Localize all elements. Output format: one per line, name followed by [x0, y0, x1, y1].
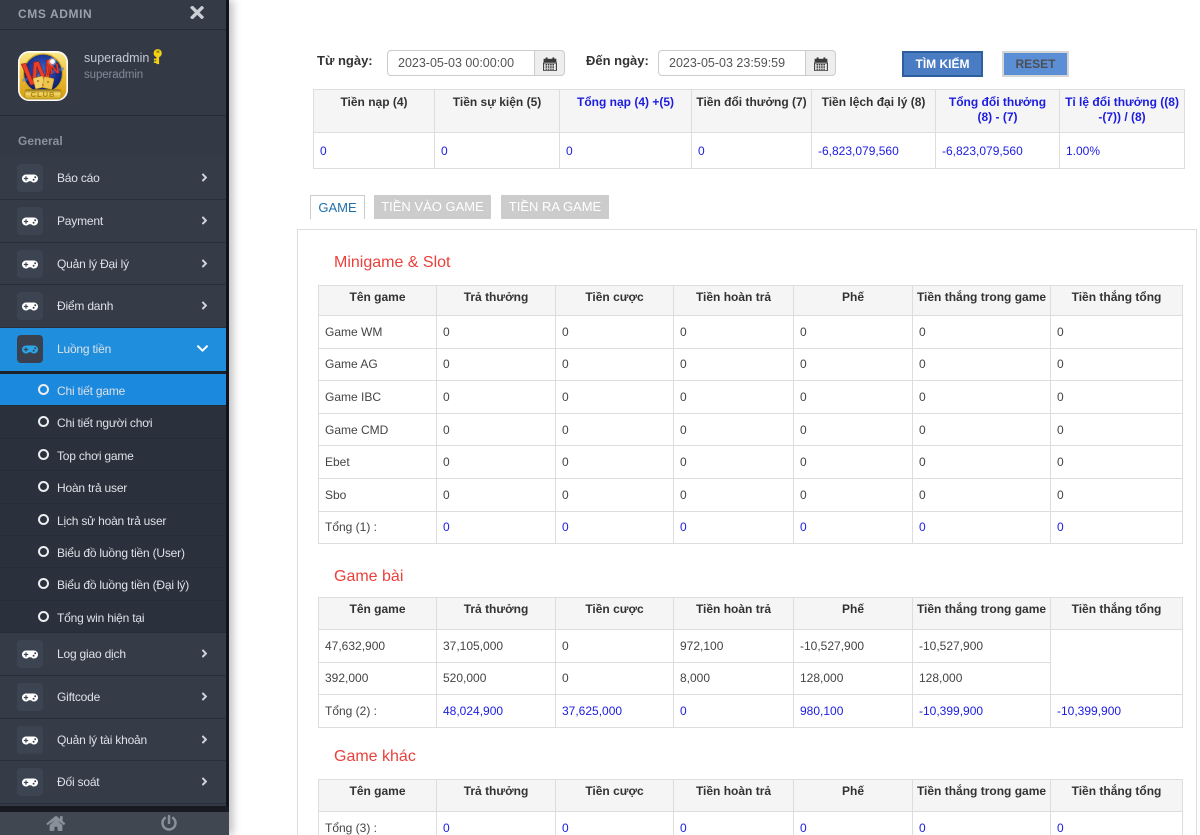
svg-text:CLUB: CLUB — [31, 90, 56, 99]
